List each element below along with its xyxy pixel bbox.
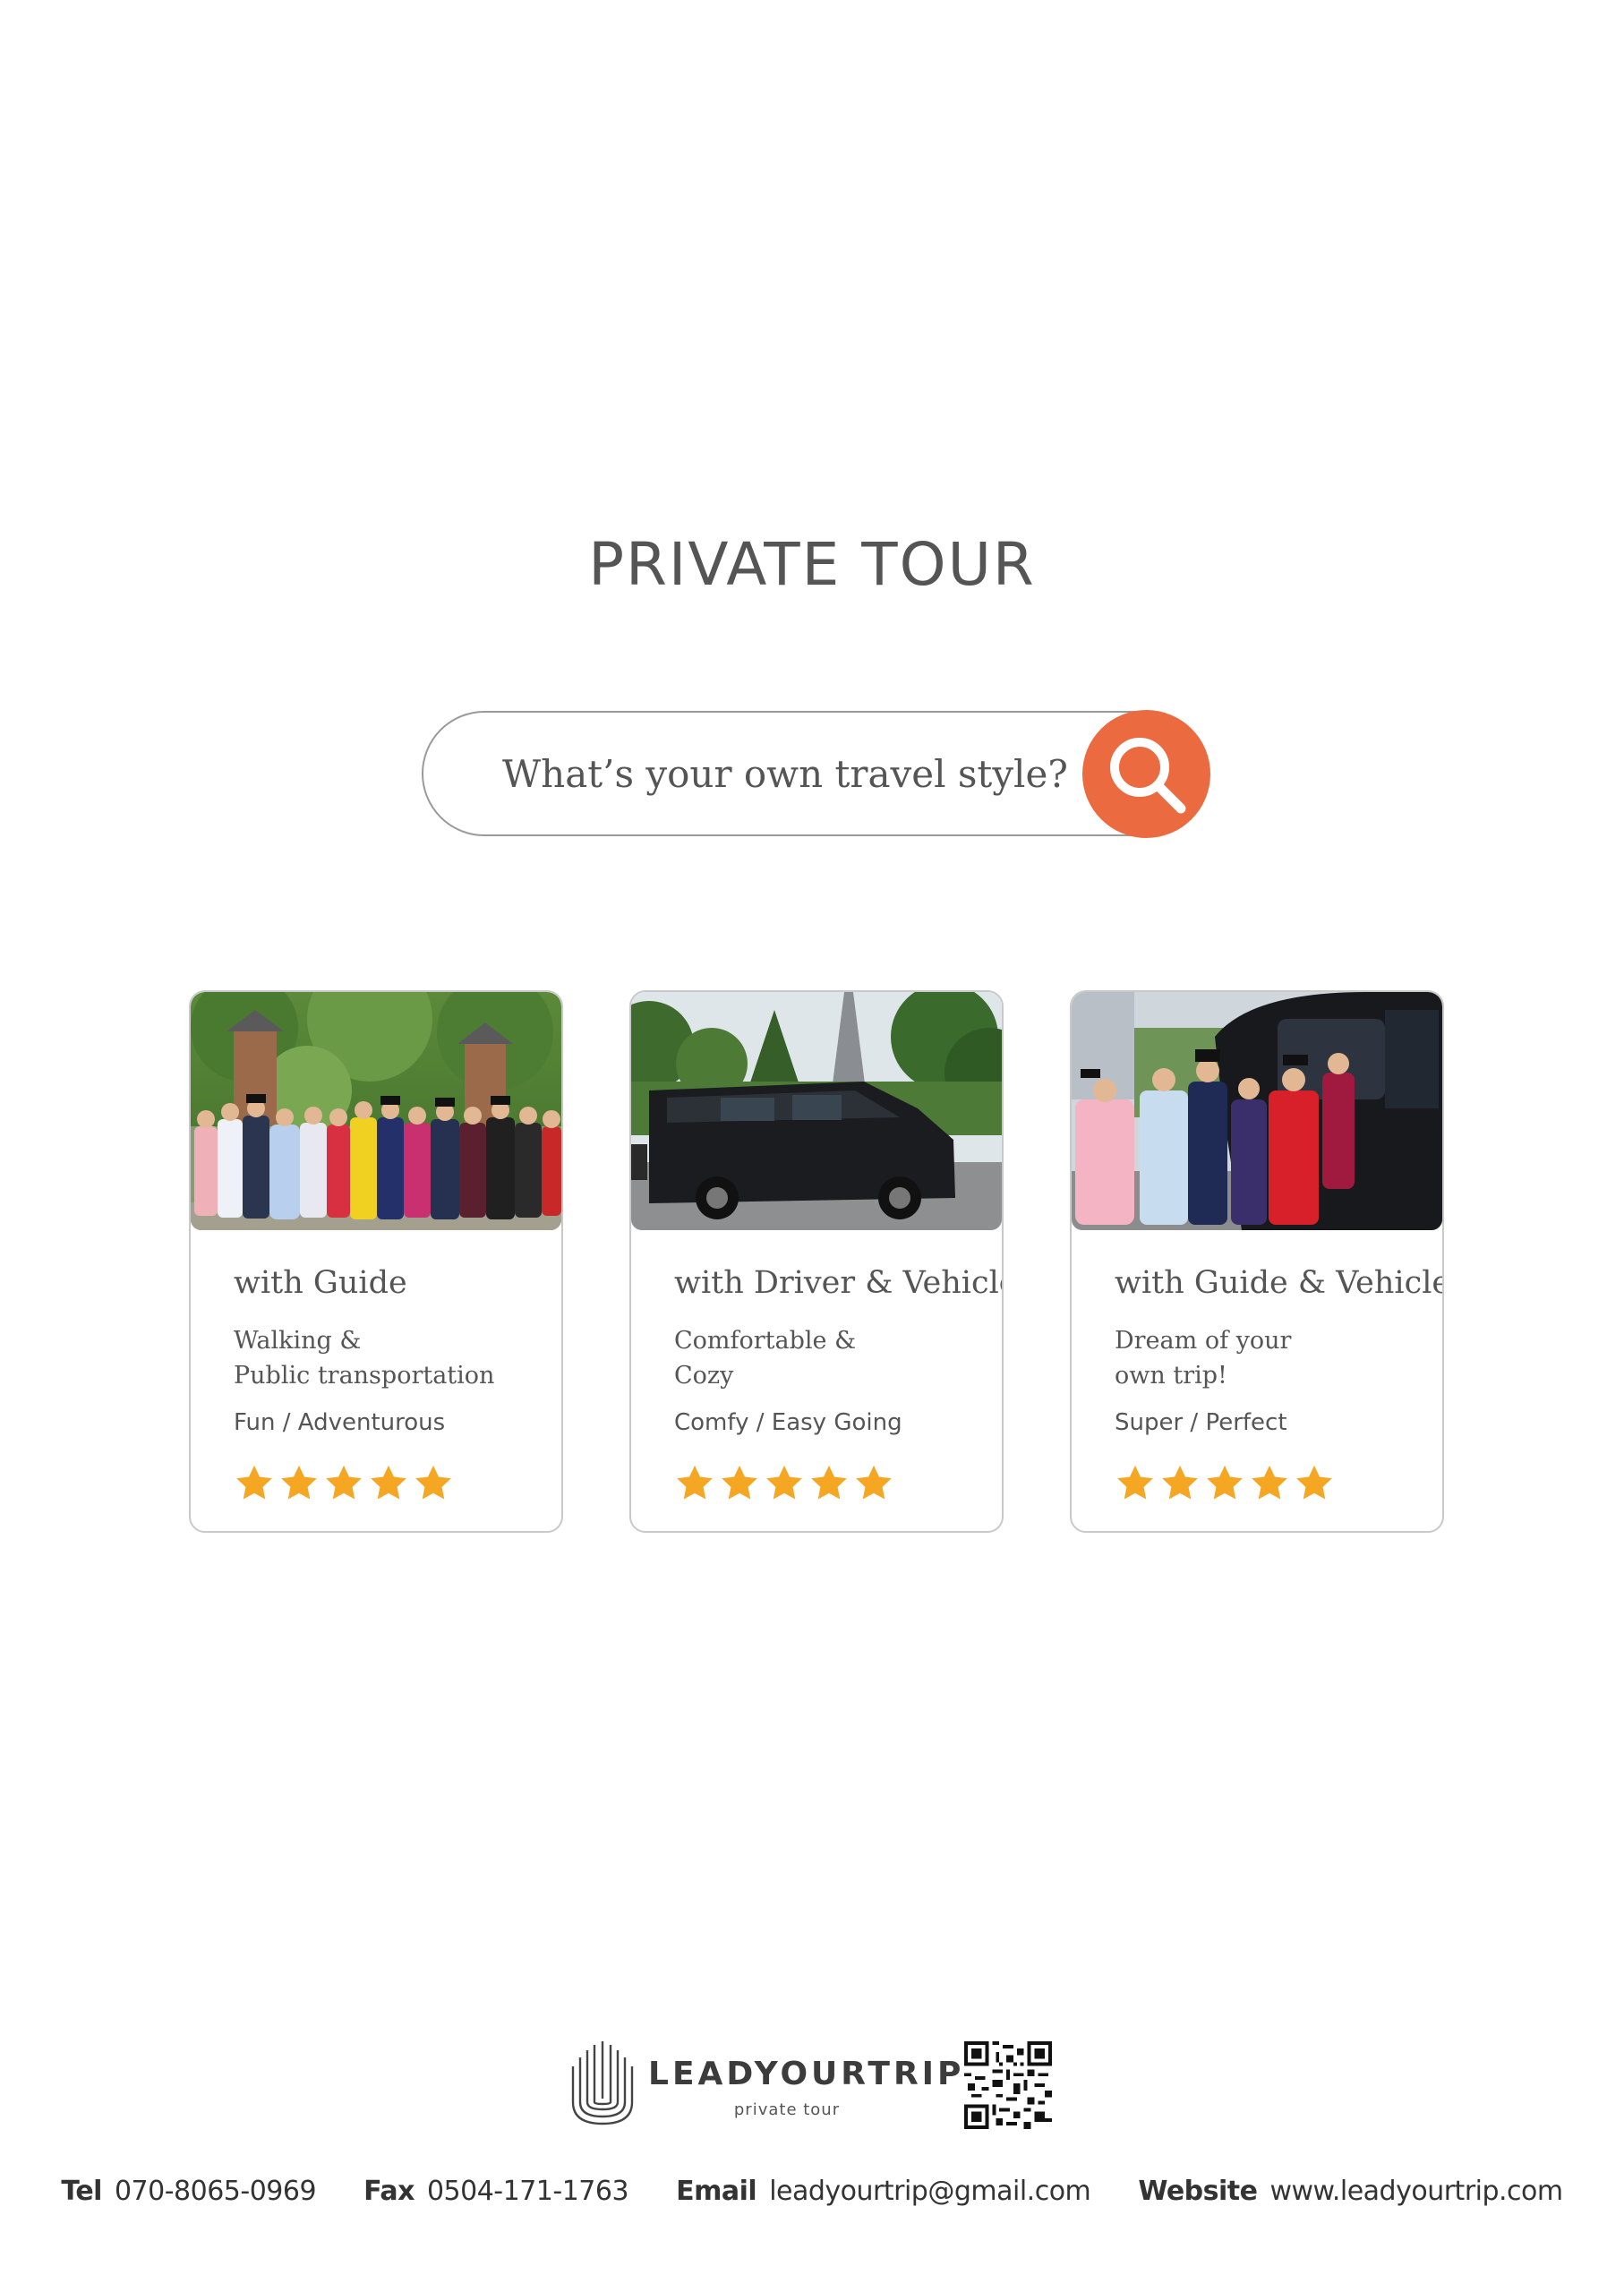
star-icon bbox=[766, 1465, 802, 1500]
search-icon bbox=[1110, 738, 1186, 814]
star-rating bbox=[234, 1463, 454, 1504]
star-icon bbox=[281, 1465, 317, 1500]
tel-label: Tel bbox=[61, 2176, 102, 2207]
email-link[interactable]: leadyourtrip@gmail.com bbox=[769, 2176, 1091, 2207]
star-icon bbox=[1252, 1465, 1287, 1500]
website-link[interactable]: www.leadyourtrip.com bbox=[1269, 2176, 1563, 2207]
card-title: with Driver & Vehicle bbox=[674, 1265, 1004, 1301]
star-icon bbox=[415, 1465, 451, 1500]
group-boarding-van-photo bbox=[1072, 992, 1442, 1230]
brand-name: LEADYOURTRIP bbox=[648, 2056, 965, 2092]
page-title: PRIVATE TOUR bbox=[588, 530, 1036, 599]
star-icon bbox=[722, 1465, 757, 1500]
tour-card-driver-vehicle[interactable]: with Driver & Vehicle Comfortable & Cozy… bbox=[629, 990, 1004, 1533]
card-tagline: Super / Perfect bbox=[1115, 1409, 1287, 1436]
star-rating bbox=[1115, 1463, 1335, 1504]
fax-value: 0504-171-1763 bbox=[426, 2176, 629, 2207]
brand-logo-icon bbox=[571, 2041, 634, 2125]
group-in-hanbok-photo bbox=[191, 992, 561, 1230]
website-label: Website bbox=[1138, 2176, 1258, 2207]
fax-label: Fax bbox=[363, 2176, 415, 2207]
card-title: with Guide bbox=[234, 1265, 407, 1301]
star-rating bbox=[674, 1463, 894, 1504]
search-button[interactable] bbox=[1082, 710, 1210, 838]
card-tagline: Fun / Adventurous bbox=[234, 1409, 446, 1436]
card-description: Comfortable & Cozy bbox=[674, 1327, 857, 1390]
tour-card-guide[interactable]: with Guide Walking & Public transportati… bbox=[189, 990, 563, 1533]
star-icon bbox=[677, 1465, 713, 1500]
star-icon bbox=[811, 1465, 847, 1500]
card-description: Dream of your own trip! bbox=[1115, 1327, 1292, 1390]
star-icon bbox=[1162, 1465, 1198, 1500]
contact-footer: Tel 070-8065-0969 Fax 0504-171-1763 Email l… bbox=[0, 2176, 1624, 2207]
qr-code-icon bbox=[964, 2041, 1052, 2129]
star-icon bbox=[856, 1465, 892, 1500]
tour-card-guide-vehicle[interactable]: with Guide & Vehicle Dream of your own t… bbox=[1070, 990, 1444, 1533]
brand-tagline: private tour bbox=[733, 2100, 841, 2119]
card-description: Walking & Public transportation bbox=[234, 1327, 495, 1390]
star-icon bbox=[326, 1465, 362, 1500]
tel-value[interactable]: 070-8065-0969 bbox=[115, 2176, 317, 2207]
black-van-photo bbox=[631, 992, 1002, 1230]
card-title: with Guide & Vehicle bbox=[1115, 1265, 1444, 1301]
search-input[interactable] bbox=[423, 713, 1086, 834]
star-icon bbox=[1207, 1465, 1243, 1500]
star-icon bbox=[1296, 1465, 1332, 1500]
star-icon bbox=[236, 1465, 272, 1500]
star-icon bbox=[1117, 1465, 1153, 1500]
card-tagline: Comfy / Easy Going bbox=[674, 1409, 902, 1436]
email-label: Email bbox=[676, 2176, 757, 2207]
star-icon bbox=[371, 1465, 406, 1500]
